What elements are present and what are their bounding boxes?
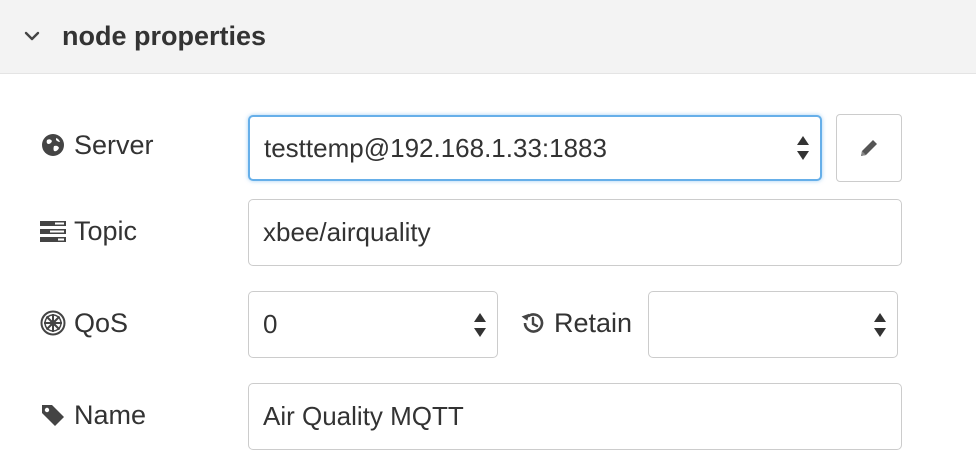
- retain-label-group: Retain: [520, 306, 632, 340]
- server-label: Server: [74, 130, 154, 160]
- history-icon: [521, 313, 544, 333]
- name-input[interactable]: Air Quality MQTT: [248, 383, 902, 450]
- topic-input[interactable]: xbee/airquality: [248, 199, 902, 266]
- qos-select[interactable]: 0: [248, 291, 498, 358]
- edit-server-button[interactable]: [836, 114, 902, 182]
- chevron-down-icon: [24, 31, 40, 41]
- tasks-icon: [40, 221, 66, 242]
- empire-icon: [40, 310, 66, 336]
- name-label-group: Name: [40, 398, 146, 432]
- topic-label: Topic: [74, 216, 138, 246]
- retain-select[interactable]: [648, 291, 898, 358]
- name-label: Name: [74, 400, 147, 430]
- topic-input-value: xbee/airquality: [263, 217, 431, 247]
- node-properties-header[interactable]: node properties: [0, 0, 976, 74]
- server-label-group: Server: [40, 128, 154, 162]
- select-arrows-icon: [797, 136, 809, 160]
- topic-label-group: Topic: [40, 214, 137, 248]
- section-title: node properties: [62, 21, 267, 51]
- select-arrows-icon: [474, 312, 486, 337]
- server-select[interactable]: testtemp@192.168.1.33:1883: [248, 115, 822, 181]
- globe-icon: [42, 134, 64, 156]
- tag-icon: [42, 405, 64, 426]
- qos-label-group: QoS: [40, 306, 128, 340]
- server-select-value: testtemp@192.168.1.33:1883: [264, 132, 607, 163]
- select-arrows-icon: [874, 312, 886, 337]
- qos-label: QoS: [74, 308, 129, 338]
- pencil-icon: [861, 140, 877, 156]
- name-input-value: Air Quality MQTT: [263, 401, 464, 431]
- retain-label: Retain: [554, 308, 633, 338]
- qos-select-value: 0: [263, 309, 278, 339]
